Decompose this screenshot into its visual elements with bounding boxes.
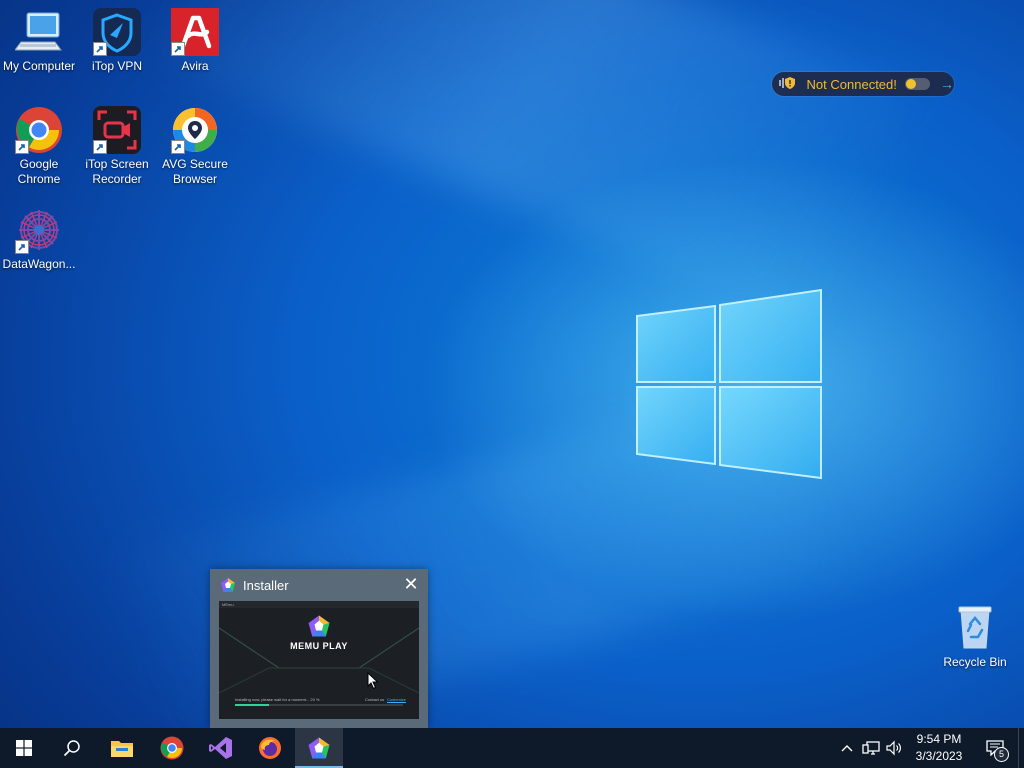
- preview-status-text: Installing now, please wait for a moment…: [235, 697, 320, 702]
- desktop-icon-label: Recycle Bin: [943, 655, 1007, 669]
- search-button[interactable]: [48, 728, 96, 768]
- clock[interactable]: 9:54 PM 3/3/2023: [908, 731, 970, 765]
- chrome-icon: [160, 736, 184, 760]
- desktop-icon-datawagon[interactable]: DataWagon...: [0, 206, 78, 272]
- desktop-icon-label: Google Chrome: [17, 157, 61, 186]
- recycle-bin-icon: [958, 606, 992, 649]
- shortcut-arrow-icon: [171, 140, 185, 154]
- taskbar-memu-installer[interactable]: [295, 728, 343, 768]
- windows-logo: [636, 288, 822, 480]
- chevron-up-icon: [841, 745, 853, 752]
- preview-contact-link: Contact us: [365, 697, 385, 702]
- mouse-cursor-icon: [367, 672, 379, 690]
- desktop-icon-itop-screen-recorder[interactable]: iTop Screen Recorder: [78, 106, 156, 187]
- show-desktop-button[interactable]: [1018, 728, 1024, 768]
- taskbar-thumbnail-installer[interactable]: Installer ✕ MEmu MEMU PLAY Installing no…: [210, 569, 428, 728]
- thumbnail-title: Installer: [243, 578, 289, 593]
- search-icon: [63, 740, 80, 757]
- progress-fill: [235, 704, 269, 706]
- preview-progress-bar: [235, 704, 403, 706]
- shortcut-arrow-icon: [171, 42, 185, 56]
- shortcut-arrow-icon: [93, 42, 107, 56]
- memu-logo-icon: [308, 615, 330, 637]
- show-hidden-icons[interactable]: [838, 728, 856, 768]
- vpn-status-widget[interactable]: Not Connected! →: [772, 72, 954, 96]
- preview-customize-link: Customize: [387, 697, 406, 702]
- vpn-toggle[interactable]: [904, 78, 930, 90]
- desktop-icon-label: Avira: [181, 59, 209, 73]
- desktop-icon-google-chrome[interactable]: Google Chrome: [0, 106, 78, 187]
- start-button[interactable]: [0, 728, 48, 768]
- desktop-icon-label: iTop Screen Recorder: [85, 157, 149, 186]
- light-beam: [153, 0, 919, 331]
- toggle-knob: [905, 79, 916, 89]
- shortcut-arrow-icon: [15, 140, 29, 154]
- computer-icon: [14, 12, 62, 51]
- shortcut-arrow-icon: [93, 140, 107, 154]
- taskbar-chrome[interactable]: [148, 728, 196, 768]
- memu-installer-icon: [308, 737, 330, 759]
- taskbar-visual-studio[interactable]: [197, 728, 245, 768]
- clock-date: 3/3/2023: [915, 749, 963, 763]
- desktop-icon-label: iTop VPN: [91, 59, 143, 73]
- start-icon: [16, 740, 32, 756]
- shortcut-arrow-icon: [15, 240, 29, 254]
- network-icon: [862, 741, 880, 755]
- volume-tray[interactable]: [884, 728, 904, 768]
- desktop-icon-label: My Computer: [2, 59, 76, 73]
- file-explorer-icon: [111, 741, 133, 757]
- firefox-icon: [259, 737, 281, 759]
- volume-icon: [886, 740, 901, 756]
- notification-badge: 5: [994, 747, 1009, 762]
- desktop-icon-label: AVG Secure Browser: [162, 157, 228, 186]
- desktop-icon-itop-vpn[interactable]: iTop VPN: [78, 8, 156, 74]
- desktop-icon-avg-secure-browser[interactable]: AVG Secure Browser: [156, 106, 234, 187]
- preview-logo-text: MEMU PLAY: [290, 641, 348, 651]
- preview-titlebar: MEmu: [219, 601, 419, 608]
- desktop-icon-label: DataWagon...: [2, 257, 76, 271]
- visual-studio-icon: [209, 737, 232, 759]
- close-icon[interactable]: ✕: [402, 575, 420, 593]
- memu-icon: [220, 577, 236, 593]
- network-tray[interactable]: [860, 728, 882, 768]
- clock-time: 9:54 PM: [916, 732, 962, 746]
- taskbar-file-explorer[interactable]: [98, 728, 146, 768]
- desktop-icon-my-computer[interactable]: My Computer: [0, 8, 78, 74]
- vpn-shield-icon: [779, 75, 801, 94]
- desktop-icon-recycle-bin[interactable]: Recycle Bin: [936, 604, 1014, 670]
- installer-preview[interactable]: MEmu MEMU PLAY Installing now, please wa…: [219, 601, 419, 719]
- vpn-status-text: Not Connected!: [806, 76, 897, 92]
- desktop-icon-avira[interactable]: Avira: [156, 8, 234, 74]
- action-center-button[interactable]: 5: [980, 728, 1010, 768]
- taskbar-firefox[interactable]: [246, 728, 294, 768]
- arrow-right-icon[interactable]: →: [940, 76, 954, 92]
- preview-app-name: MEmu: [222, 602, 234, 607]
- desktop: My Computer iTop VPN Avira Google Chrome…: [0, 0, 1024, 728]
- taskbar: 9:54 PM 3/3/2023 5: [0, 728, 1024, 768]
